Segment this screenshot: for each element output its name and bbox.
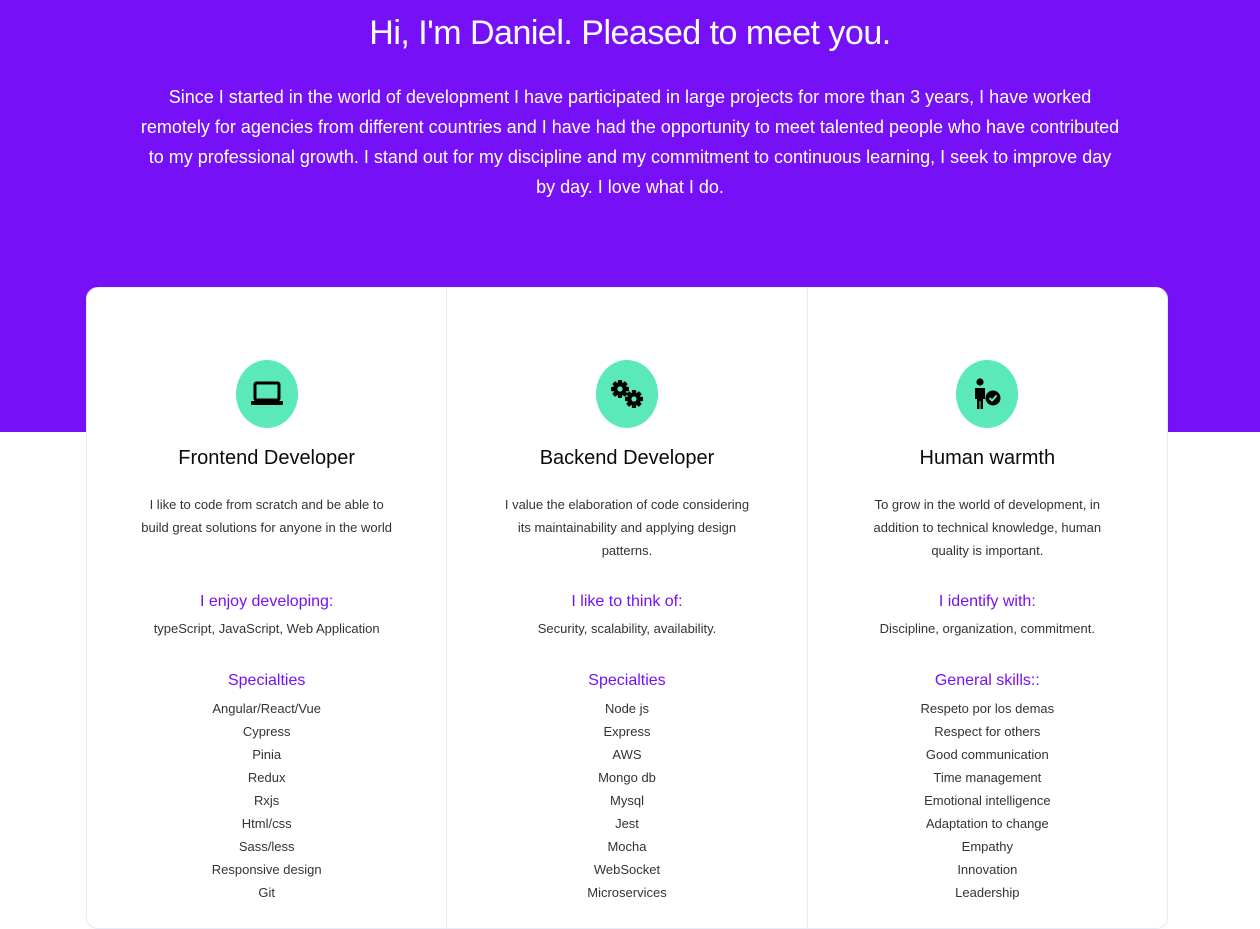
card-description: To grow in the world of development, in … (873, 497, 1102, 558)
card-subtitle-text: Security, scalability, availability. (537, 621, 717, 636)
backend-card: Backend Developer I value the elaboratio… (447, 288, 808, 928)
list-item: Good communication (925, 747, 1049, 762)
list-item: Microservices (587, 885, 667, 900)
general-skills-list: Respeto por los demas Respect for others… (808, 697, 1167, 904)
hero-title: Hi, I'm Daniel. Pleased to meet you. (369, 14, 891, 52)
list-item: Innovation (957, 862, 1018, 877)
list-item: Redux (247, 770, 286, 785)
list-item: Cypress (242, 724, 291, 739)
list-item: Express (603, 724, 651, 739)
list-item: Html/css (241, 816, 292, 831)
specialties-list: Node js Express AWS Mongo db Mysql Jest … (447, 697, 806, 904)
specialties-list: Angular/React/Vue Cypress Pinia Redux Rx… (87, 697, 446, 904)
list-item: Time management (933, 770, 1042, 785)
human-warmth-card: Human warmth To grow in the world of dev… (808, 288, 1167, 928)
list-item: Mongo db (598, 770, 656, 785)
card-subtitle: I enjoy developing: (199, 593, 334, 610)
list-item: Sass/less (238, 839, 295, 854)
card-title: Frontend Developer (178, 447, 356, 469)
list-item: WebSocket (593, 862, 661, 877)
list-item: Respeto por los demas (920, 701, 1055, 716)
frontend-card: Frontend Developer I like to code from s… (87, 288, 448, 928)
card-description: I like to code from scratch and be able … (141, 497, 393, 535)
skills-cards: Frontend Developer I like to code from s… (86, 287, 1168, 929)
card-list-title: Specialties (227, 672, 306, 689)
list-item: Responsive design (211, 862, 322, 877)
card-title: Human warmth (919, 447, 1056, 469)
list-item: Leadership (955, 885, 1020, 900)
list-item: Empathy (961, 839, 1013, 854)
card-subtitle-text: typeScript, JavaScript, Web Application (153, 621, 380, 636)
card-subtitle: I like to think of: (571, 593, 683, 610)
card-description: I value the elaboration of code consider… (504, 497, 750, 558)
card-list-title: Specialties (588, 672, 666, 689)
list-item: Node js (604, 701, 650, 716)
list-item: Git (258, 885, 275, 900)
person-check-icon (956, 360, 1019, 428)
list-item: Angular/React/Vue (212, 701, 321, 716)
card-title: Backend Developer (539, 447, 715, 469)
list-item: AWS (612, 747, 642, 762)
gears-icon (595, 360, 658, 428)
list-item: Jest (615, 816, 639, 831)
card-list-title: General skills:: (934, 672, 1040, 689)
list-item: Mocha (607, 839, 647, 854)
list-item: Pinia (252, 747, 282, 762)
card-subtitle-text: Discipline, organization, commitment. (879, 621, 1095, 636)
card-subtitle: I identify with: (938, 593, 1036, 610)
list-item: Rxjs (254, 793, 280, 808)
hero-intro: Since I started in the world of developm… (140, 87, 1120, 197)
list-item: Adaptation to change (925, 816, 1049, 831)
laptop-icon (235, 360, 298, 428)
list-item: Emotional intelligence (924, 793, 1051, 808)
list-item: Respect for others (934, 724, 1041, 739)
list-item: Mysql (610, 793, 644, 808)
